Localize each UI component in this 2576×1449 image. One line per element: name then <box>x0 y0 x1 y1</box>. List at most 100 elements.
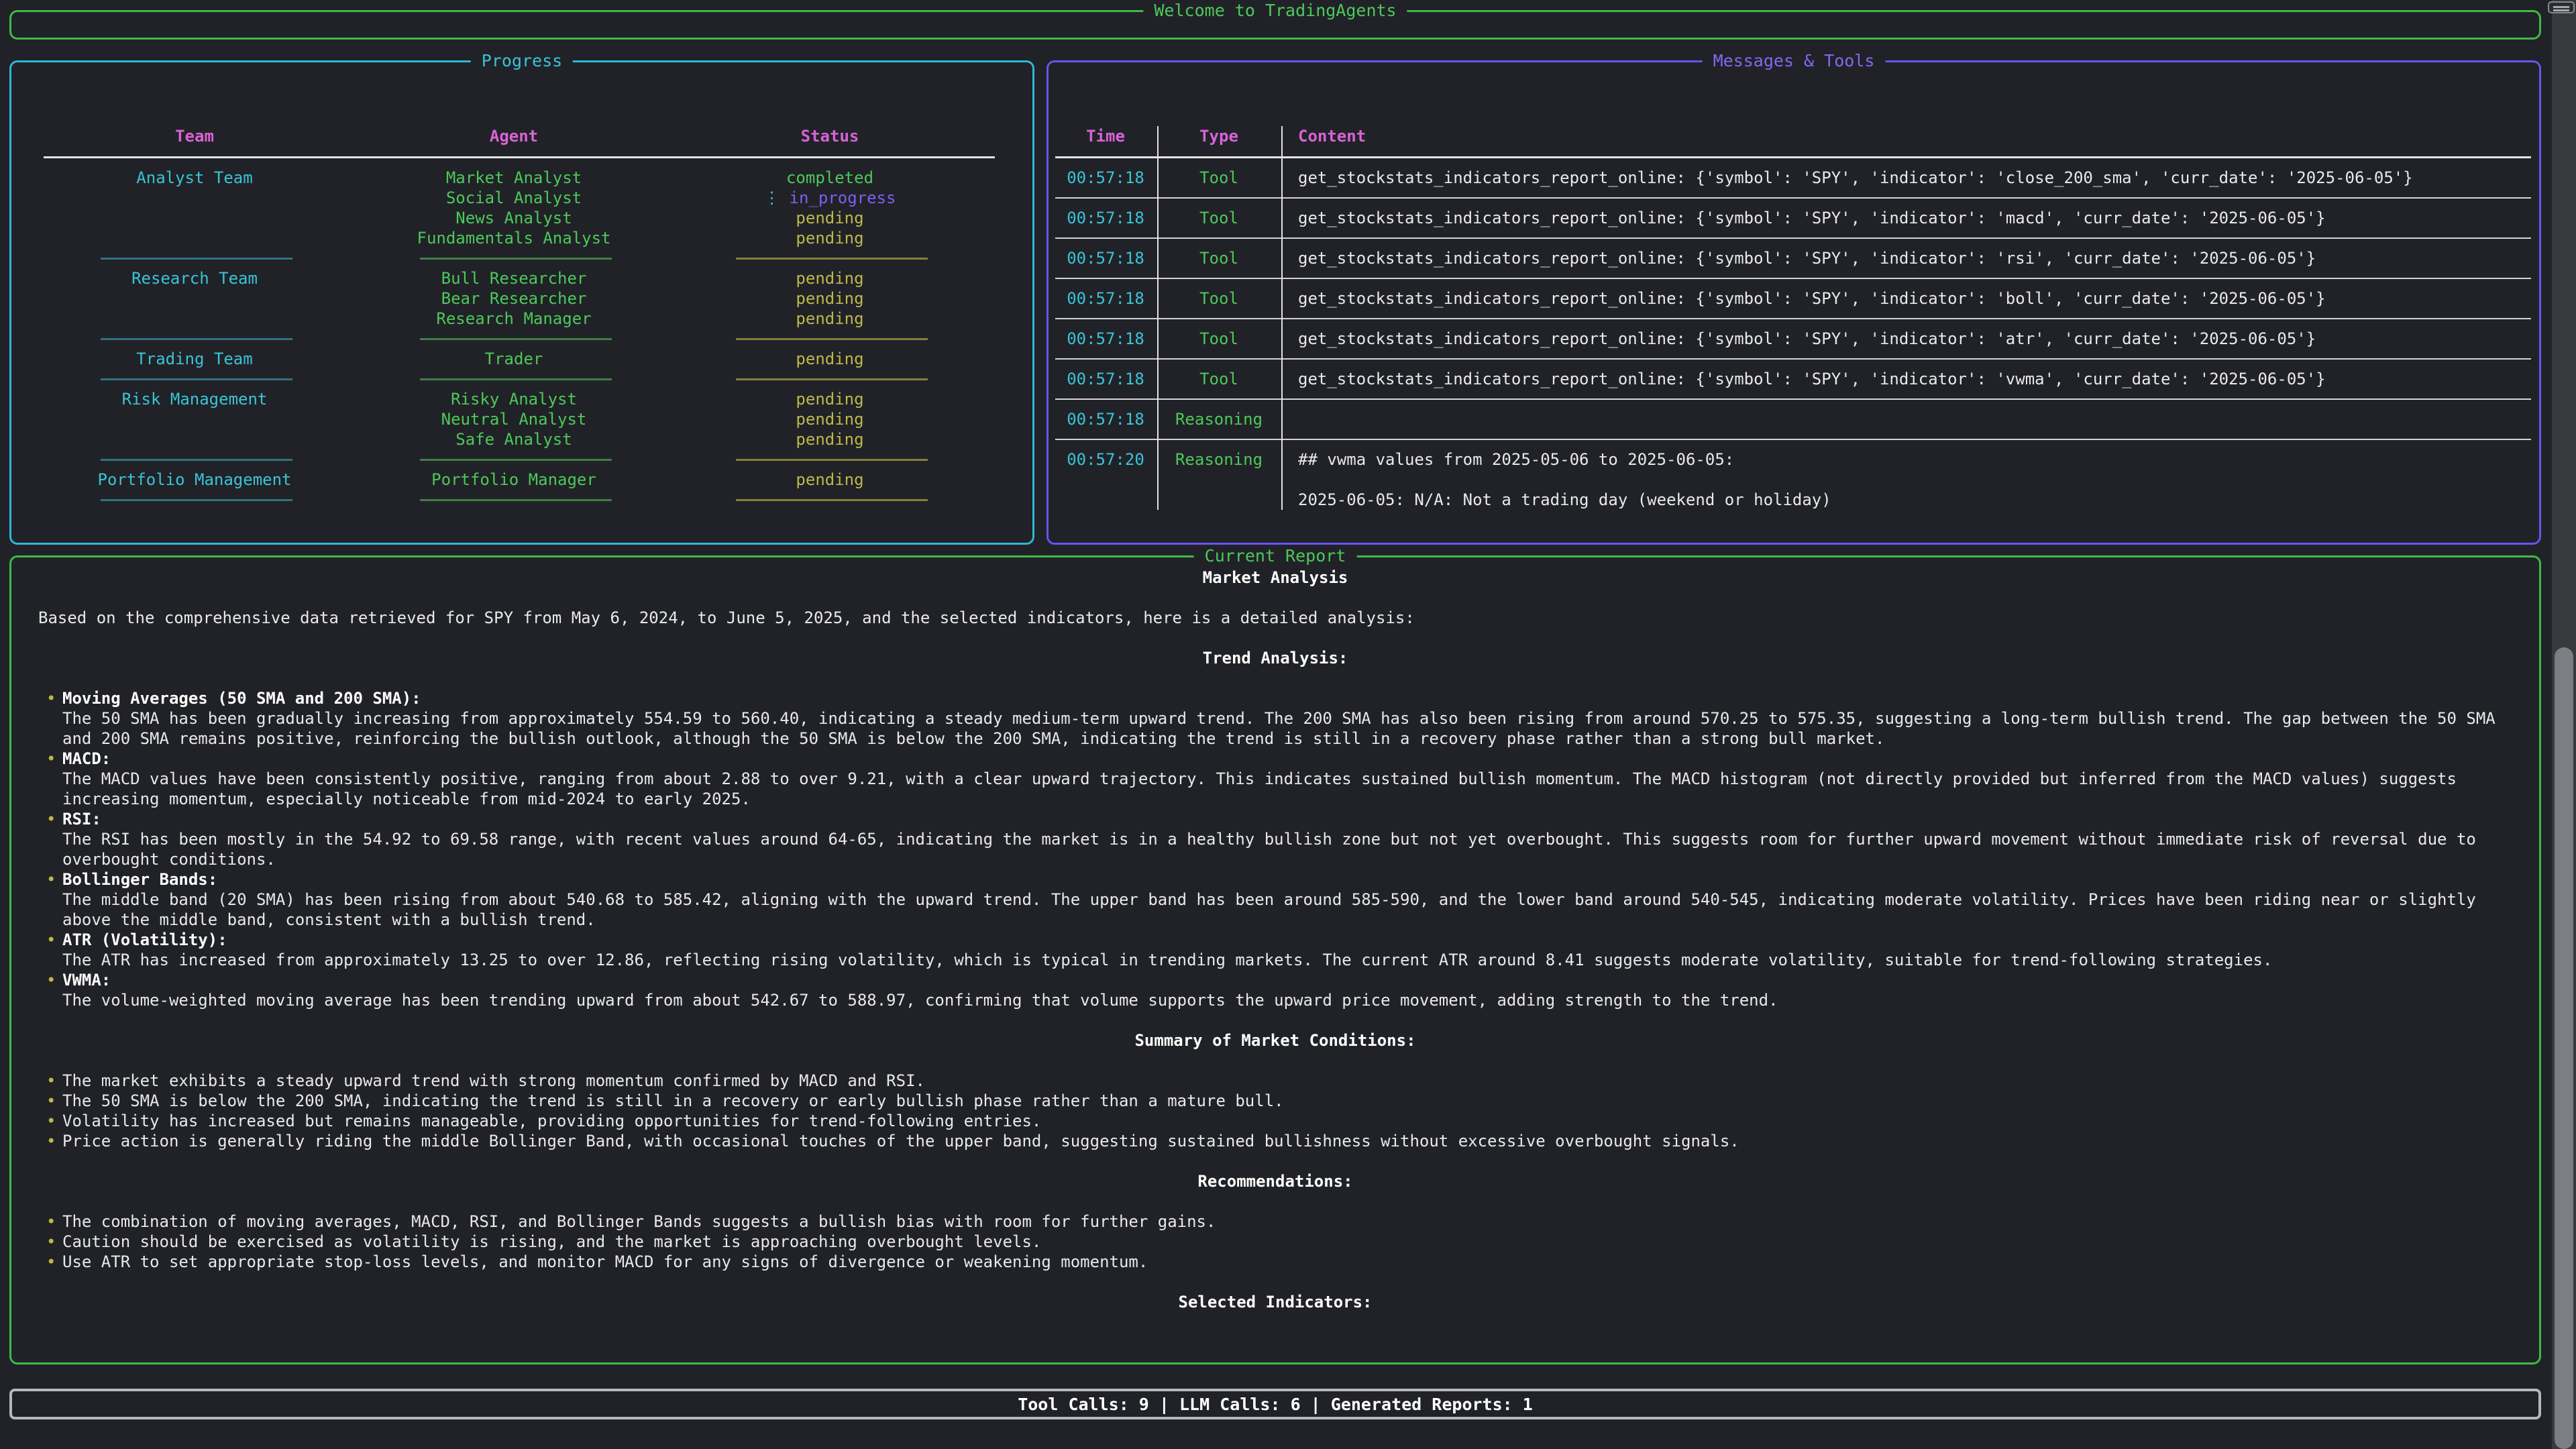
bullet-icon: • <box>46 1091 56 1111</box>
message-row-separator <box>1055 278 2531 279</box>
report-paragraph: Based on the comprehensive data retrieve… <box>38 608 2512 628</box>
type-cell: Tool <box>1159 248 1279 268</box>
agent-cell: Trader <box>353 349 675 369</box>
status-cell: pending <box>669 409 991 429</box>
status-cell: pending <box>669 228 991 248</box>
time-cell: 00:57:18 <box>1055 208 1156 228</box>
type-cell: Tool <box>1159 288 1279 309</box>
agent-cell: Bull Researcher <box>353 268 675 288</box>
message-row-separator <box>1055 318 2531 319</box>
content-cell: get_stockstats_indicators_report_online:… <box>1298 208 2530 228</box>
welcome-header-box: Welcome to TradingAgents <box>9 10 2541 40</box>
bullet-icon: • <box>46 1212 56 1232</box>
team-cell: Research Team <box>34 268 356 288</box>
scrollbar-thumb[interactable] <box>2555 647 2573 1449</box>
progress-col-team: Team <box>34 126 356 146</box>
scrollbar-track[interactable] <box>2552 0 2576 1449</box>
agent-cell: News Analyst <box>353 208 675 228</box>
bullet-title: RSI: <box>62 809 2512 829</box>
content-cell: get_stockstats_indicators_report_online:… <box>1298 369 2530 389</box>
message-row: 00:57:18Toolget_stockstats_indicators_re… <box>1049 168 2539 188</box>
progress-header-rule <box>44 156 995 158</box>
agent-cell: Market Analyst <box>353 168 675 188</box>
report-bullet: •ATR (Volatility):The ATR has increased … <box>38 930 2512 970</box>
message-row-separator <box>1055 237 2531 239</box>
message-row-separator <box>1055 358 2531 360</box>
status-cell: pending <box>669 470 991 490</box>
progress-team-separator <box>11 329 1032 349</box>
progress-team-separator <box>11 449 1032 470</box>
bullet-icon: • <box>46 1252 56 1272</box>
separator-line <box>420 459 612 461</box>
message-row: 00:57:18Toolget_stockstats_indicators_re… <box>1049 329 2539 349</box>
status-cell: ⋮in_progress <box>669 188 991 208</box>
team-cell: Risk Management <box>34 389 356 409</box>
stats-footer: Tool Calls: 9 | LLM Calls: 6 | Generated… <box>9 1389 2541 1419</box>
progress-row: Social Analyst⋮in_progress <box>11 188 1032 208</box>
progress-row: Portfolio ManagementPortfolio Managerpen… <box>11 470 1032 490</box>
progress-table-header: Team Agent Status <box>11 126 1032 146</box>
type-cell: Tool <box>1159 168 1279 188</box>
messages-header-rule <box>1055 156 2531 158</box>
report-bullet: •Bollinger Bands:The middle band (20 SMA… <box>38 869 2512 930</box>
messages-tools-panel: Messages & Tools Time Type Content 00:57… <box>1046 60 2541 545</box>
status-cell: pending <box>669 349 991 369</box>
progress-row: Neutral Analystpending <box>11 409 1032 429</box>
bullet-icon: • <box>46 1232 56 1252</box>
status-cell: pending <box>669 429 991 449</box>
team-cell <box>34 208 356 228</box>
type-cell: Tool <box>1159 369 1279 389</box>
separator-line <box>736 378 928 380</box>
bullet-icon: • <box>46 869 56 890</box>
status-cell: pending <box>669 208 991 228</box>
agent-cell: Bear Researcher <box>353 288 675 309</box>
bullet-title: Moving Averages (50 SMA and 200 SMA): <box>62 688 2512 708</box>
report-bullet: •Moving Averages (50 SMA and 200 SMA):Th… <box>38 688 2512 749</box>
team-cell <box>34 309 356 329</box>
bullet-title: ATR (Volatility): <box>62 930 2512 950</box>
content-cell: get_stockstats_indicators_report_online:… <box>1298 329 2530 349</box>
content-cell: ## vwma values from 2025-05-06 to 2025-0… <box>1298 449 2530 470</box>
bullet-text: Price action is generally riding the mid… <box>62 1132 1739 1150</box>
report-bullet: •The 50 SMA is below the 200 SMA, indica… <box>38 1091 2512 1111</box>
time-cell: 00:57:20 <box>1055 449 1156 470</box>
report-heading: Recommendations: <box>38 1171 2512 1191</box>
progress-col-agent: Agent <box>353 126 675 146</box>
status-cell: pending <box>669 309 991 329</box>
separator-line <box>420 499 612 501</box>
status-cell: pending <box>669 268 991 288</box>
bullet-icon: • <box>46 1131 56 1151</box>
agent-cell: Fundamentals Analyst <box>353 228 675 248</box>
report-bullet: •RSI:The RSI has been mostly in the 54.9… <box>38 809 2512 869</box>
bullet-text: The market exhibits a steady upward tren… <box>62 1071 925 1090</box>
bullet-text: The RSI has been mostly in the 54.92 to … <box>62 829 2512 869</box>
type-cell: Reasoning <box>1159 409 1279 429</box>
messages-panel-title: Messages & Tools <box>1703 51 1886 70</box>
separator-line <box>101 258 292 260</box>
team-cell <box>34 188 356 208</box>
report-bullet: • Price action is generally riding the mi… <box>38 1131 2512 1151</box>
type-cell: Tool <box>1159 329 1279 349</box>
app-title: Welcome to TradingAgents <box>1143 1 1407 20</box>
message-row-continuation: 2025-06-05: N/A: Not a trading day (week… <box>1049 490 2539 510</box>
progress-panel-title: Progress <box>471 51 573 70</box>
terminal-screen: { "app": { "welcome_title": "Welcome to … <box>0 0 2576 1449</box>
progress-panel: Progress Team Agent Status Analyst TeamM… <box>9 60 1034 545</box>
bullet-text: The ATR has increased from approximately… <box>62 950 2512 970</box>
report-heading: Market Analysis <box>38 568 2512 588</box>
progress-row: Bear Researcherpending <box>11 288 1032 309</box>
separator-line <box>736 459 928 461</box>
separator-line <box>736 258 928 260</box>
report-heading: Summary of Market Conditions: <box>38 1030 2512 1051</box>
progress-row: Risk ManagementRisky Analystpending <box>11 389 1032 409</box>
progress-row: Analyst TeamMarket Analystcompleted <box>11 168 1032 188</box>
scrollbar-menu-button[interactable] <box>2548 1 2575 13</box>
progress-row: News Analystpending <box>11 208 1032 228</box>
bullet-text: The middle band (20 SMA) has been rising… <box>62 890 2512 930</box>
progress-row: Fundamentals Analystpending <box>11 228 1032 248</box>
bullet-icon: • <box>46 970 56 990</box>
separator-line <box>736 338 928 340</box>
messages-col-type: Type <box>1159 126 1279 146</box>
messages-col-content: Content <box>1298 126 2530 146</box>
current-report-panel: Current Report Market AnalysisBased on t… <box>9 555 2541 1364</box>
